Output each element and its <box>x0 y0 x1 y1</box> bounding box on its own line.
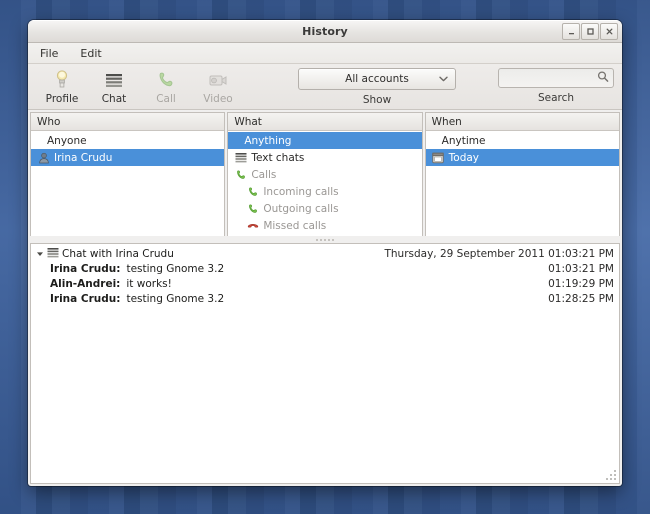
log-message-sender: Irina Crudu: <box>50 292 121 305</box>
when-list[interactable]: Anytime Today <box>425 131 619 236</box>
resize-grip-icon[interactable] <box>605 469 617 481</box>
log-message-row[interactable]: Alin-Andrei: it works! 01:19:29 PM <box>31 276 619 291</box>
when-row-label: Anytime <box>441 134 486 147</box>
what-list[interactable]: Anything Text chats Calls Incoming calls… <box>228 131 422 236</box>
toolbar-button-video[interactable]: Video <box>192 67 244 109</box>
calendar-icon <box>432 151 445 164</box>
log-message-sender: Alin-Andrei: <box>50 277 121 290</box>
search-icon[interactable] <box>597 71 609 86</box>
what-row-label: Anything <box>244 134 292 147</box>
who-panel: Who Anyone Irina Crudu <box>30 112 226 236</box>
what-row-label: Missed calls <box>263 219 327 232</box>
toolbar-label-profile: Profile <box>45 93 79 105</box>
log-message-sender: Irina Crudu: <box>50 262 121 275</box>
minimize-button[interactable] <box>562 23 580 40</box>
text-chats-icon <box>47 247 59 261</box>
log-message-timestamp: 01:03:21 PM <box>548 262 614 275</box>
show-filter-group: All accounts Show <box>298 68 456 106</box>
window-controls <box>562 23 618 40</box>
call-red-icon <box>246 219 259 232</box>
when-row-today[interactable]: Today <box>425 149 619 166</box>
call-green-icon <box>234 168 247 181</box>
what-row-label: Text chats <box>251 151 305 164</box>
when-row-label: Today <box>448 151 480 164</box>
show-label: Show <box>362 94 392 106</box>
log-message-text: testing Gnome 3.2 <box>126 262 225 275</box>
what-row-anything[interactable]: Anything <box>228 132 422 149</box>
what-panel: What Anything Text chats Calls Incoming … <box>227 112 423 236</box>
toolbar-label-call: Call <box>156 93 176 105</box>
what-row-outgoing-calls[interactable]: Outgoing calls <box>228 200 421 217</box>
who-list[interactable]: Anyone Irina Crudu <box>31 131 225 236</box>
search-label: Search <box>537 92 575 104</box>
toolbar: Profile Chat Call Video All accounts Sho… <box>28 64 622 110</box>
maximize-icon <box>586 28 594 35</box>
splitter-grip-icon <box>316 238 334 241</box>
chevron-down-icon <box>439 73 448 85</box>
pane-splitter[interactable] <box>28 236 622 243</box>
who-row-label: Irina Crudu <box>54 151 113 164</box>
search-group: Search <box>498 68 614 104</box>
what-row-calls[interactable]: Calls <box>228 166 421 183</box>
close-icon <box>606 28 612 35</box>
maximize-button[interactable] <box>581 23 599 40</box>
toolbar-button-call[interactable]: Call <box>140 67 192 109</box>
menu-file[interactable]: File <box>36 46 62 61</box>
what-row-incoming-calls[interactable]: Incoming calls <box>228 183 421 200</box>
log-message-text: it works! <box>126 277 172 290</box>
expander-down-icon[interactable] <box>35 250 44 258</box>
call-icon <box>156 69 176 91</box>
log-message-text: testing Gnome 3.2 <box>126 292 225 305</box>
profile-icon <box>53 69 71 91</box>
chat-icon <box>104 69 124 91</box>
text-chats-icon <box>234 151 247 164</box>
what-row-label: Incoming calls <box>263 185 339 198</box>
minimize-icon <box>568 33 574 35</box>
video-icon <box>208 69 228 91</box>
log-message-row[interactable]: Irina Crudu: testing Gnome 3.2 01:03:21 … <box>31 261 619 276</box>
what-row-text-chats[interactable]: Text chats <box>228 149 421 166</box>
log-group-header[interactable]: Chat with Irina Crudu Thursday, 29 Septe… <box>31 246 619 261</box>
who-row-label: Anyone <box>47 134 87 147</box>
what-row-label: Calls <box>251 168 277 181</box>
menubar: File Edit <box>28 43 622 64</box>
search-input[interactable] <box>498 68 614 88</box>
close-button[interactable] <box>600 23 618 40</box>
what-panel-header: What <box>228 113 422 131</box>
what-row-missed-calls[interactable]: Missed calls <box>228 217 421 234</box>
account-dropdown[interactable]: All accounts <box>298 68 456 90</box>
history-window: History File Edit Profile Chat Call Vide… <box>28 20 622 486</box>
toolbar-label-chat: Chat <box>101 93 127 105</box>
who-row-irina-crudu[interactable]: Irina Crudu <box>31 149 225 166</box>
window-title: History <box>302 25 348 38</box>
when-row-anytime[interactable]: Anytime <box>426 132 619 149</box>
who-panel-header: Who <box>31 113 225 131</box>
toolbar-label-video: Video <box>203 93 233 105</box>
what-row-label: Outgoing calls <box>263 202 339 215</box>
log-message-timestamp: 01:28:25 PM <box>548 292 614 305</box>
when-panel-header: When <box>425 113 619 131</box>
who-row-anyone[interactable]: Anyone <box>31 132 224 149</box>
log-group-timestamp: Thursday, 29 September 2011 01:03:21 PM <box>384 247 614 260</box>
menu-edit[interactable]: Edit <box>76 46 105 61</box>
log-message-row[interactable]: Irina Crudu: testing Gnome 3.2 01:28:25 … <box>31 291 619 306</box>
avatar-icon <box>37 151 50 164</box>
window-titlebar[interactable]: History <box>28 20 622 43</box>
call-green-icon <box>246 202 259 215</box>
chat-log-view[interactable]: Chat with Irina Crudu Thursday, 29 Septe… <box>30 243 620 484</box>
account-dropdown-value: All accounts <box>345 73 409 85</box>
when-panel: When Anytime Today <box>424 112 620 236</box>
log-group-title: Chat with Irina Crudu <box>62 247 174 260</box>
toolbar-button-profile[interactable]: Profile <box>36 67 88 109</box>
call-green-icon <box>246 185 259 198</box>
filter-panels: Who Anyone Irina Crudu What Anything Tex… <box>28 110 622 236</box>
toolbar-button-chat[interactable]: Chat <box>88 67 140 109</box>
log-message-timestamp: 01:19:29 PM <box>548 277 614 290</box>
